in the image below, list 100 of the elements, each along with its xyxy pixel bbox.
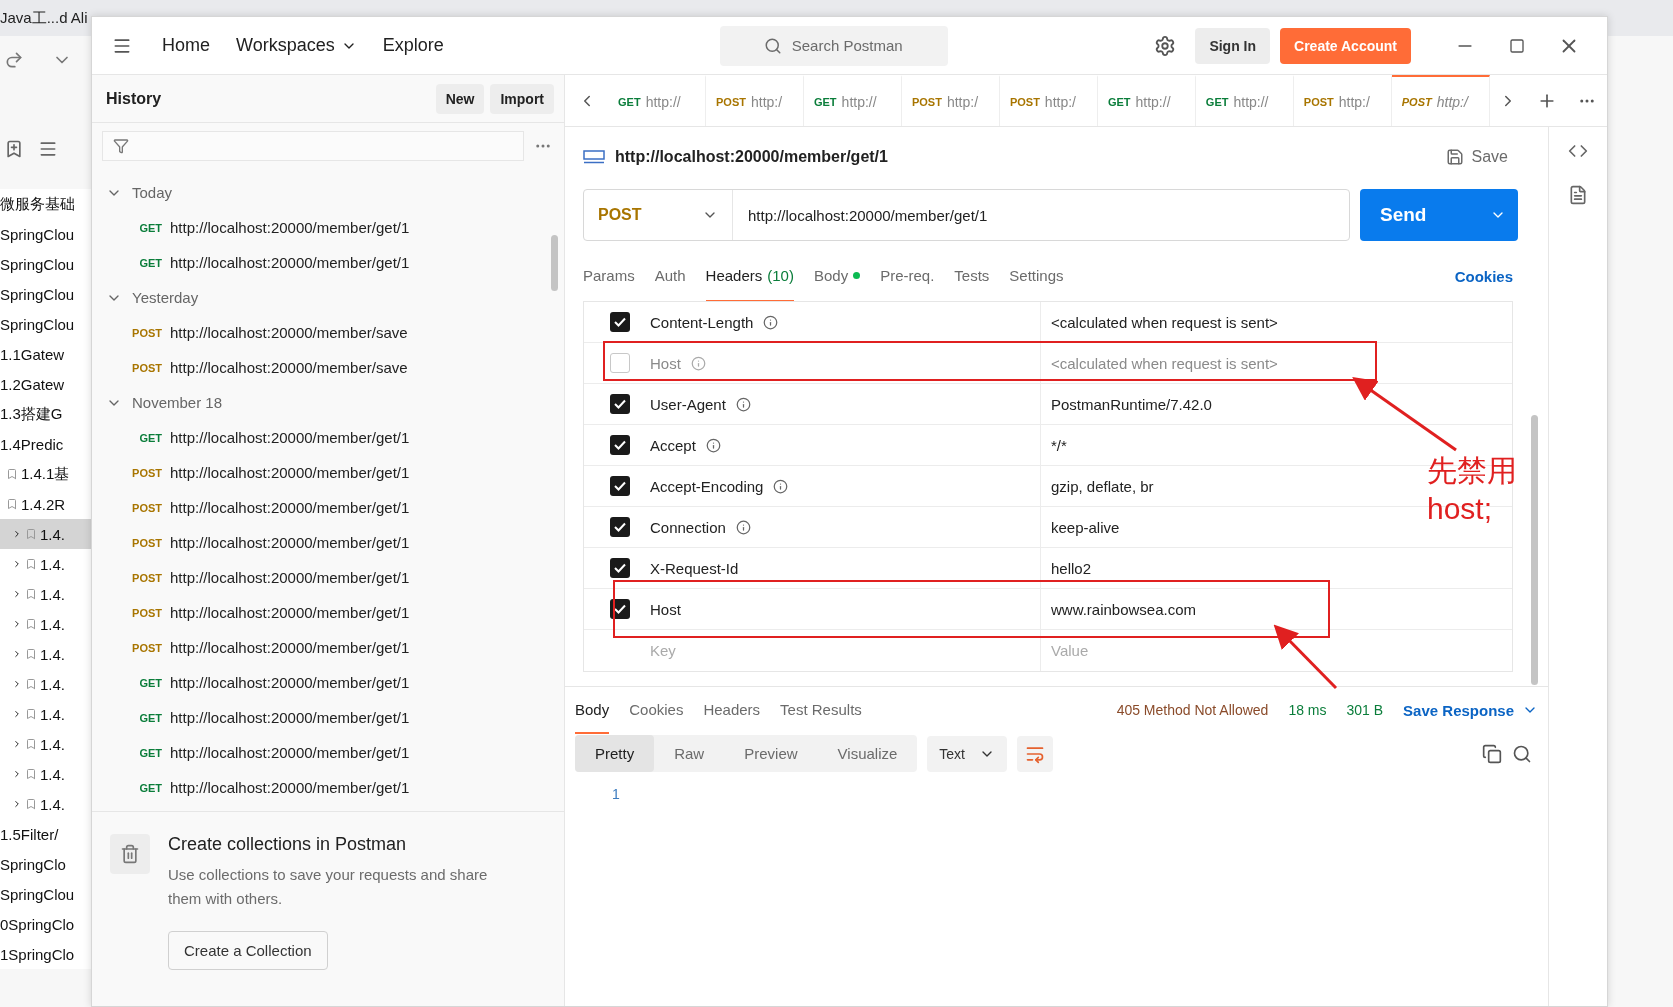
history-url: http://localhost:20000/member/get/1 xyxy=(170,744,410,761)
header-key: Accept-Encoding xyxy=(650,477,764,495)
method-label: GET xyxy=(138,431,162,444)
request-option-tab[interactable]: Params xyxy=(583,250,635,302)
save-response-button[interactable]: Save Response xyxy=(1403,701,1538,719)
request-option-tab[interactable]: Settings xyxy=(1009,250,1064,302)
history-url: http://localhost:20000/member/get/1 xyxy=(170,709,410,726)
browser-tab-title[interactable]: Java工...d Ali xyxy=(0,8,88,28)
request-option-tab[interactable]: Body xyxy=(813,250,861,302)
history-item[interactable]: GET http://localhost:20000/member/get/1 xyxy=(92,210,564,245)
request-option-tab[interactable]: Tests xyxy=(954,250,990,302)
line-number: 1 xyxy=(611,786,621,802)
header-key: Accept xyxy=(650,436,696,454)
nav-link[interactable]: Explore xyxy=(382,35,444,56)
key-field[interactable]: Key xyxy=(650,642,849,659)
history-item[interactable]: POST http://localhost:20000/member/save xyxy=(92,315,564,350)
status-code: 405 Method Not Allowed xyxy=(1116,702,1269,718)
header-key: User-Agent xyxy=(650,395,726,413)
tab-url: http:/ xyxy=(946,93,979,110)
method-label: GET xyxy=(138,221,162,234)
nav-link[interactable]: Home xyxy=(162,35,210,56)
url-bar[interactable]: POST http://localhost:20000/member/get/1 xyxy=(583,189,1350,241)
method-label: POST xyxy=(911,95,942,108)
tree-item[interactable]: 1.4. xyxy=(0,759,91,789)
tab-url: http:// xyxy=(1135,93,1171,110)
history-item[interactable]: POST http://localhost:20000/member/get/1 xyxy=(92,630,564,665)
history-item[interactable]: POST http://localhost:20000/member/get/1 xyxy=(92,525,564,560)
history-url: http://localhost:20000/member/get/1 xyxy=(170,674,410,691)
header-value: */* xyxy=(1051,436,1067,454)
create-collection-button[interactable]: Create a Collection xyxy=(168,931,328,970)
tree-item[interactable]: 1.4. xyxy=(0,579,91,609)
header-key: Connection xyxy=(650,518,726,536)
tree-item[interactable]: 1.4. xyxy=(0,789,91,819)
tree-item[interactable]: 1.4. xyxy=(0,609,91,639)
request-tab[interactable]: POST http:/ xyxy=(1391,75,1490,126)
history-url: http://localhost:20000/member/get/1 xyxy=(170,604,410,621)
value-field[interactable]: Value xyxy=(1051,642,1250,659)
method-select[interactable]: POST xyxy=(584,190,733,240)
tab-url: http:// xyxy=(1233,93,1269,110)
method-label: POST xyxy=(132,326,162,339)
history-url: http://localhost:20000/member/get/1 xyxy=(170,219,410,236)
history-url: http://localhost:20000/member/get/1 xyxy=(170,569,410,586)
header-value: gzip, deflate, br xyxy=(1051,477,1154,495)
send-button[interactable]: Send xyxy=(1360,189,1518,241)
tab-url: http:// xyxy=(841,93,877,110)
history-item[interactable]: GET http://localhost:20000/member/get/1 xyxy=(92,420,564,455)
history-item[interactable]: POST http://localhost:20000/member/get/1 xyxy=(92,490,564,525)
tree-item[interactable]: 1.4. xyxy=(0,699,91,729)
history-item[interactable]: GET http://localhost:20000/member/get/1 xyxy=(92,245,564,280)
history-item[interactable]: POST http://localhost:20000/member/get/1 xyxy=(92,595,564,630)
method-label: GET xyxy=(138,256,162,269)
history-item[interactable]: GET http://localhost:20000/member/get/1 xyxy=(92,735,564,770)
tree-item[interactable]: 1.4. xyxy=(0,639,91,669)
method-label: POST xyxy=(132,606,162,619)
view-tab[interactable]: Preview xyxy=(724,735,818,772)
annotation-text: 先禁用 host; xyxy=(1427,453,1517,527)
history-item[interactable]: POST http://localhost:20000/member/get/1 xyxy=(92,455,564,490)
history-url: http://localhost:20000/member/get/1 xyxy=(170,639,410,656)
tree-item[interactable]: 1.4. xyxy=(0,669,91,699)
header-key: Host xyxy=(650,600,681,618)
format-dropdown[interactable]: Text xyxy=(927,735,1007,772)
response-tab[interactable]: Test Results xyxy=(780,686,862,734)
request-option-tab[interactable]: Auth xyxy=(654,250,686,302)
header-value: <calculated when request is sent> xyxy=(1051,354,1278,372)
tab-url: http:/ xyxy=(1436,93,1468,110)
tree-item[interactable]: 1.4. xyxy=(0,519,91,549)
history-url: http://localhost:20000/member/get/1 xyxy=(170,464,410,481)
sidebar-title: History xyxy=(106,89,163,108)
method-label: GET xyxy=(1107,95,1131,108)
method-label: POST xyxy=(132,641,162,654)
sidebar-button[interactable]: Import xyxy=(490,83,554,114)
history-item[interactable]: GET http://localhost:20000/member/get/1 xyxy=(92,700,564,735)
history-group[interactable]: November 18 xyxy=(92,385,564,420)
view-tab[interactable]: Pretty xyxy=(575,735,655,772)
request-option-tab[interactable]: Pre-req. xyxy=(880,250,935,302)
sidebar-button[interactable]: New xyxy=(435,83,485,114)
method-label: POST xyxy=(132,361,162,374)
request-option-tab[interactable]: Headers (10) xyxy=(705,250,794,302)
header-value: <calculated when request is sent> xyxy=(1051,313,1278,331)
search-field[interactable]: Search Postman xyxy=(719,25,948,66)
tree-item[interactable]: 1.4. xyxy=(0,549,91,579)
header-value: keep-alive xyxy=(1051,518,1120,536)
history-item[interactable]: POST http://localhost:20000/member/save xyxy=(92,350,564,385)
tab-url: http:/ xyxy=(1338,93,1370,110)
view-tab[interactable]: Raw xyxy=(654,735,725,772)
history-item[interactable]: POST http://localhost:20000/member/get/1 xyxy=(92,560,564,595)
tab-url: http:/ xyxy=(1044,93,1076,110)
response-tab[interactable]: Cookies xyxy=(629,686,684,734)
history-item[interactable]: GET http://localhost:20000/member/get/1 xyxy=(92,770,564,805)
tree-item[interactable]: 1.4. xyxy=(0,729,91,759)
sign-in-button[interactable]: Sign In xyxy=(1195,27,1271,64)
cookies-link[interactable]: Cookies xyxy=(1454,267,1513,285)
view-tab[interactable]: Visualize xyxy=(817,735,918,772)
method-label: POST xyxy=(132,501,162,514)
response-tab[interactable]: Headers xyxy=(703,686,761,734)
nav-link[interactable]: Workspaces xyxy=(236,35,357,56)
method-label: POST xyxy=(1009,95,1040,108)
save-button[interactable]: Save xyxy=(1445,148,1508,166)
history-group[interactable]: Today xyxy=(92,175,564,210)
history-item[interactable]: GET http://localhost:20000/member/get/1 xyxy=(92,665,564,700)
